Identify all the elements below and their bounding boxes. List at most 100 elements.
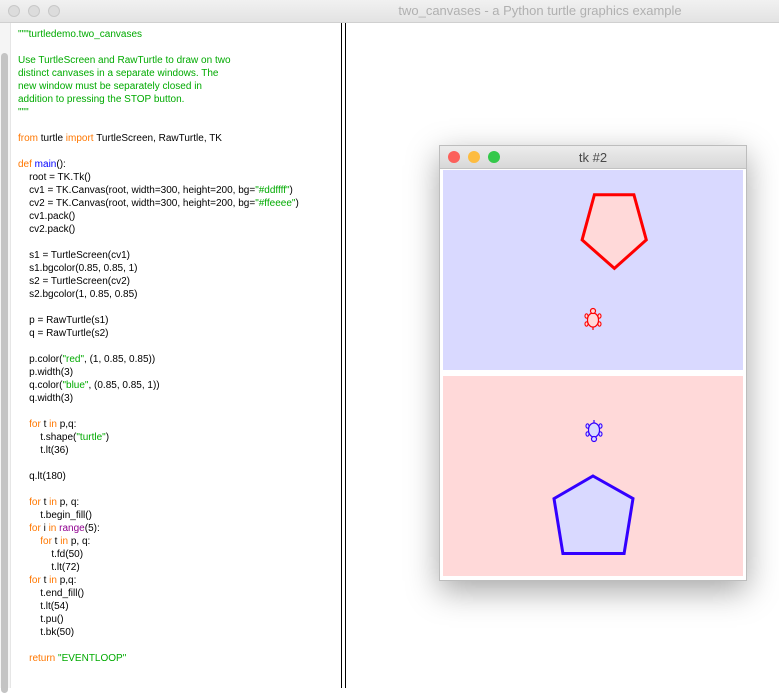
code-token: t: [40, 497, 50, 508]
code-token: t: [40, 419, 50, 430]
code-token: for: [29, 523, 41, 534]
source-scrollbar[interactable]: [0, 23, 11, 693]
code-token: , (1, 0.85, 0.85)): [84, 354, 156, 365]
code-line: cv1 = TK.Canvas(root, width=300, height=…: [18, 184, 336, 197]
code-token: s1 = TurtleScreen(cv1): [18, 250, 130, 261]
code-token: cv1 = TK.Canvas(root, width=300, height=…: [18, 185, 256, 196]
code-line: """turtledemo.two_canvases: [18, 28, 336, 41]
bottom-canvas[interactable]: [443, 376, 743, 576]
scrollbar-thumb[interactable]: [1, 53, 8, 693]
code-line: Use TurtleScreen and RawTurtle to draw o…: [18, 54, 336, 67]
code-token: (5):: [84, 523, 100, 534]
code-token: p,q:: [56, 575, 77, 586]
code-token: main: [31, 159, 57, 170]
code-token: root = TK.Tk(): [18, 172, 91, 183]
code-token: TurtleScreen, RawTurtle, TK: [93, 133, 222, 144]
code-line: distinct canvases in a separate windows.…: [18, 67, 336, 80]
code-line: t.bk(50): [18, 626, 336, 639]
code-token: """turtledemo.two_canvases: [18, 29, 143, 40]
code-line: t.shape("turtle"): [18, 431, 336, 444]
code-token: p = RawTurtle(s1): [18, 315, 109, 326]
code-line: q.color("blue", (0.85, 0.85, 1)): [18, 379, 336, 392]
code-token: addition to pressing the STOP button.: [18, 94, 185, 105]
code-token: t: [51, 536, 61, 547]
tk-window-title: tk #2: [578, 150, 608, 165]
window-title: two_canvases - a Python turtle graphics …: [398, 3, 682, 18]
tk-title-bar: tk #2: [440, 146, 746, 169]
code-line: for t in p,q:: [18, 574, 336, 587]
code-token: for: [40, 536, 52, 547]
code-line: t.pu(): [18, 613, 336, 626]
code-token: "EVENTLOOP": [58, 653, 127, 664]
code-line: """: [18, 106, 336, 119]
code-line: t.begin_fill(): [18, 509, 336, 522]
code-token: "#ffeeee": [255, 198, 296, 209]
code-token: ): [295, 198, 299, 209]
code-line: cv1.pack(): [18, 210, 336, 223]
code-token: return: [29, 653, 56, 664]
code-token: in: [49, 575, 57, 586]
code-token: "blue": [62, 380, 89, 391]
code-line: for t in p,q:: [18, 418, 336, 431]
code-token: t.lt(72): [18, 562, 80, 573]
close-button[interactable]: [8, 5, 20, 17]
code-token: for: [29, 419, 41, 430]
code-line: def main():: [18, 158, 336, 171]
pane-divider[interactable]: [341, 23, 342, 688]
code-line: return "EVENTLOOP": [18, 652, 336, 665]
top-canvas[interactable]: [443, 170, 743, 370]
code-token: t.shape(: [18, 432, 77, 443]
code-token: ():: [56, 159, 66, 170]
minimize-button[interactable]: [28, 5, 40, 17]
code-token: p.color(: [18, 354, 63, 365]
zoom-button[interactable]: [48, 5, 60, 17]
code-token: q.lt(180): [18, 471, 66, 482]
code-token: import: [65, 133, 94, 144]
code-line: cv2.pack(): [18, 223, 336, 236]
code-token: new window must be separately closed in: [18, 81, 202, 92]
code-line: s2 = TurtleScreen(cv2): [18, 275, 336, 288]
code-line: cv2 = TK.Canvas(root, width=300, height=…: [18, 197, 336, 210]
code-token: in: [49, 497, 57, 508]
code-line: s1 = TurtleScreen(cv1): [18, 249, 336, 262]
code-line: t.lt(54): [18, 600, 336, 613]
code-line: for i in range(5):: [18, 522, 336, 535]
source-code-pane[interactable]: """turtledemo.two_canvases Use TurtleScre…: [18, 28, 336, 665]
code-token: for: [29, 497, 41, 508]
code-token: t.bk(50): [18, 627, 75, 638]
code-line: q = RawTurtle(s2): [18, 327, 336, 340]
tk-window: tk #2: [439, 145, 747, 581]
code-line: q.lt(180): [18, 470, 336, 483]
code-line: s1.bgcolor(0.85, 0.85, 1): [18, 262, 336, 275]
code-token: q.width(3): [18, 393, 74, 404]
code-line: q.width(3): [18, 392, 336, 405]
code-token: distinct canvases in a separate windows.…: [18, 68, 219, 79]
code-token: "#ddffff": [255, 185, 290, 196]
code-token: q.color(: [18, 380, 63, 391]
code-line: p.color("red", (1, 0.85, 0.85)): [18, 353, 336, 366]
code-line: from turtle import TurtleScreen, RawTurt…: [18, 132, 336, 145]
code-token: cv2 = TK.Canvas(root, width=300, height=…: [18, 198, 256, 209]
code-line: s2.bgcolor(1, 0.85, 0.85): [18, 288, 336, 301]
code-line: t.end_fill(): [18, 587, 336, 600]
code-line: for t in p, q:: [18, 535, 336, 548]
code-token: t.lt(36): [18, 445, 69, 456]
code-token: ): [289, 185, 293, 196]
code-line: p.width(3): [18, 366, 336, 379]
code-token: s1.bgcolor(0.85, 0.85, 1): [18, 263, 138, 274]
code-line: new window must be separately closed in: [18, 80, 336, 93]
code-token: in: [60, 536, 69, 547]
code-line: addition to pressing the STOP button.: [18, 93, 336, 106]
code-token: s2.bgcolor(1, 0.85, 0.85): [18, 289, 138, 300]
code-token: t.fd(50): [18, 549, 84, 560]
